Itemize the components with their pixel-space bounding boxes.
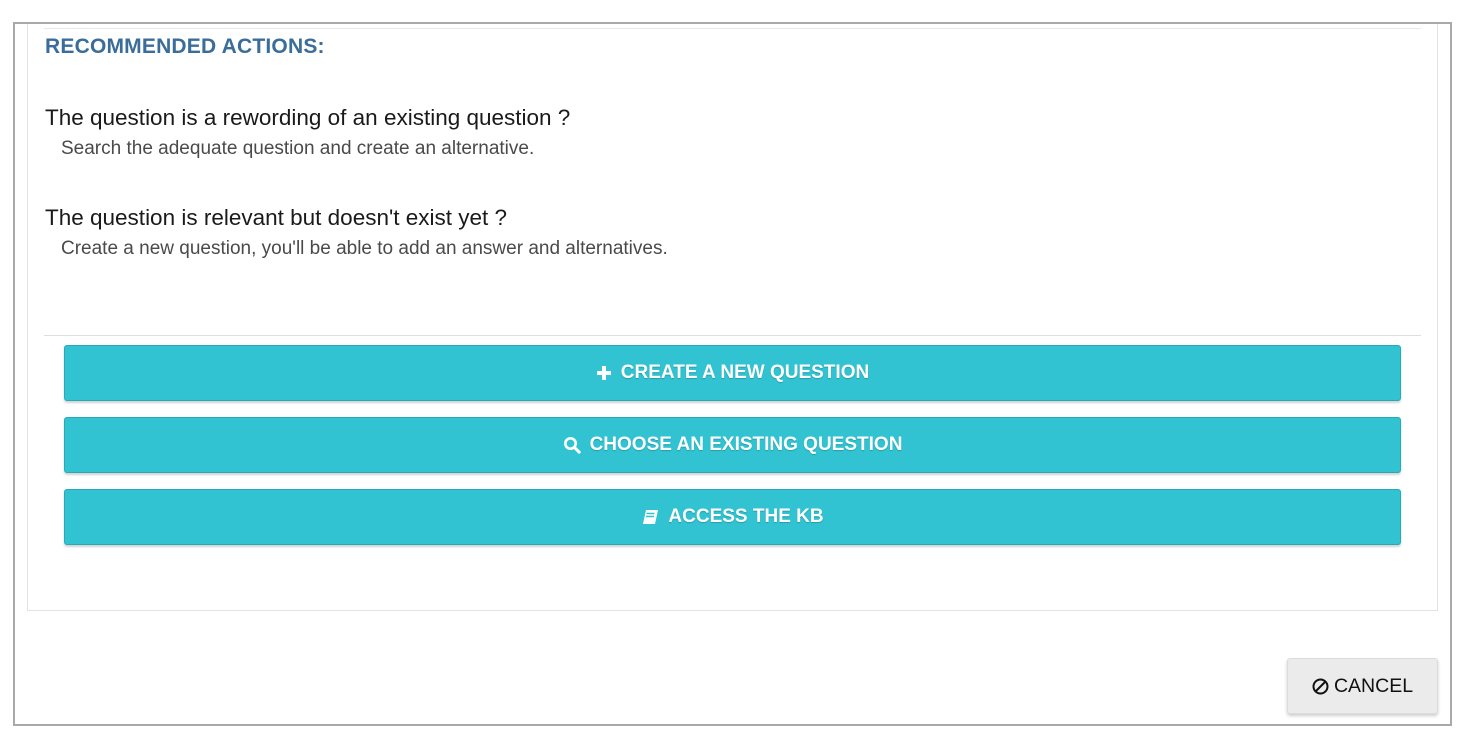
choose-existing-question-button[interactable]: CHOOSE AN EXISTING QUESTION bbox=[64, 417, 1401, 473]
hint-rewording: Search the adequate question and create … bbox=[61, 138, 535, 159]
cancel-label: CANCEL bbox=[1333, 674, 1414, 697]
actions-divider bbox=[44, 335, 1421, 336]
ban-icon bbox=[1312, 678, 1329, 695]
access-kb-label: ACCESS THE KB bbox=[668, 506, 824, 527]
search-icon bbox=[563, 436, 581, 454]
recommended-actions-panel: RECOMMENDED ACTIONS: The question is a r… bbox=[27, 24, 1438, 611]
panel-top-divider bbox=[44, 28, 1421, 29]
create-new-question-label: CREATE A NEW QUESTION bbox=[620, 362, 870, 383]
hint-new: Create a new question, you'll be able to… bbox=[61, 238, 668, 259]
plus-icon bbox=[596, 365, 612, 381]
question-rewording: The question is a rewording of an existi… bbox=[45, 105, 571, 130]
access-kb-button[interactable]: ACCESS THE KB bbox=[64, 489, 1401, 545]
book-icon bbox=[641, 509, 659, 526]
cancel-button[interactable]: CANCEL bbox=[1287, 658, 1438, 714]
modal-dialog: RECOMMENDED ACTIONS: The question is a r… bbox=[13, 22, 1452, 726]
choose-existing-question-label: CHOOSE AN EXISTING QUESTION bbox=[589, 434, 903, 455]
question-new: The question is relevant but doesn't exi… bbox=[45, 205, 508, 230]
create-new-question-button[interactable]: CREATE A NEW QUESTION bbox=[64, 345, 1401, 401]
section-title: RECOMMENDED ACTIONS: bbox=[45, 35, 325, 58]
